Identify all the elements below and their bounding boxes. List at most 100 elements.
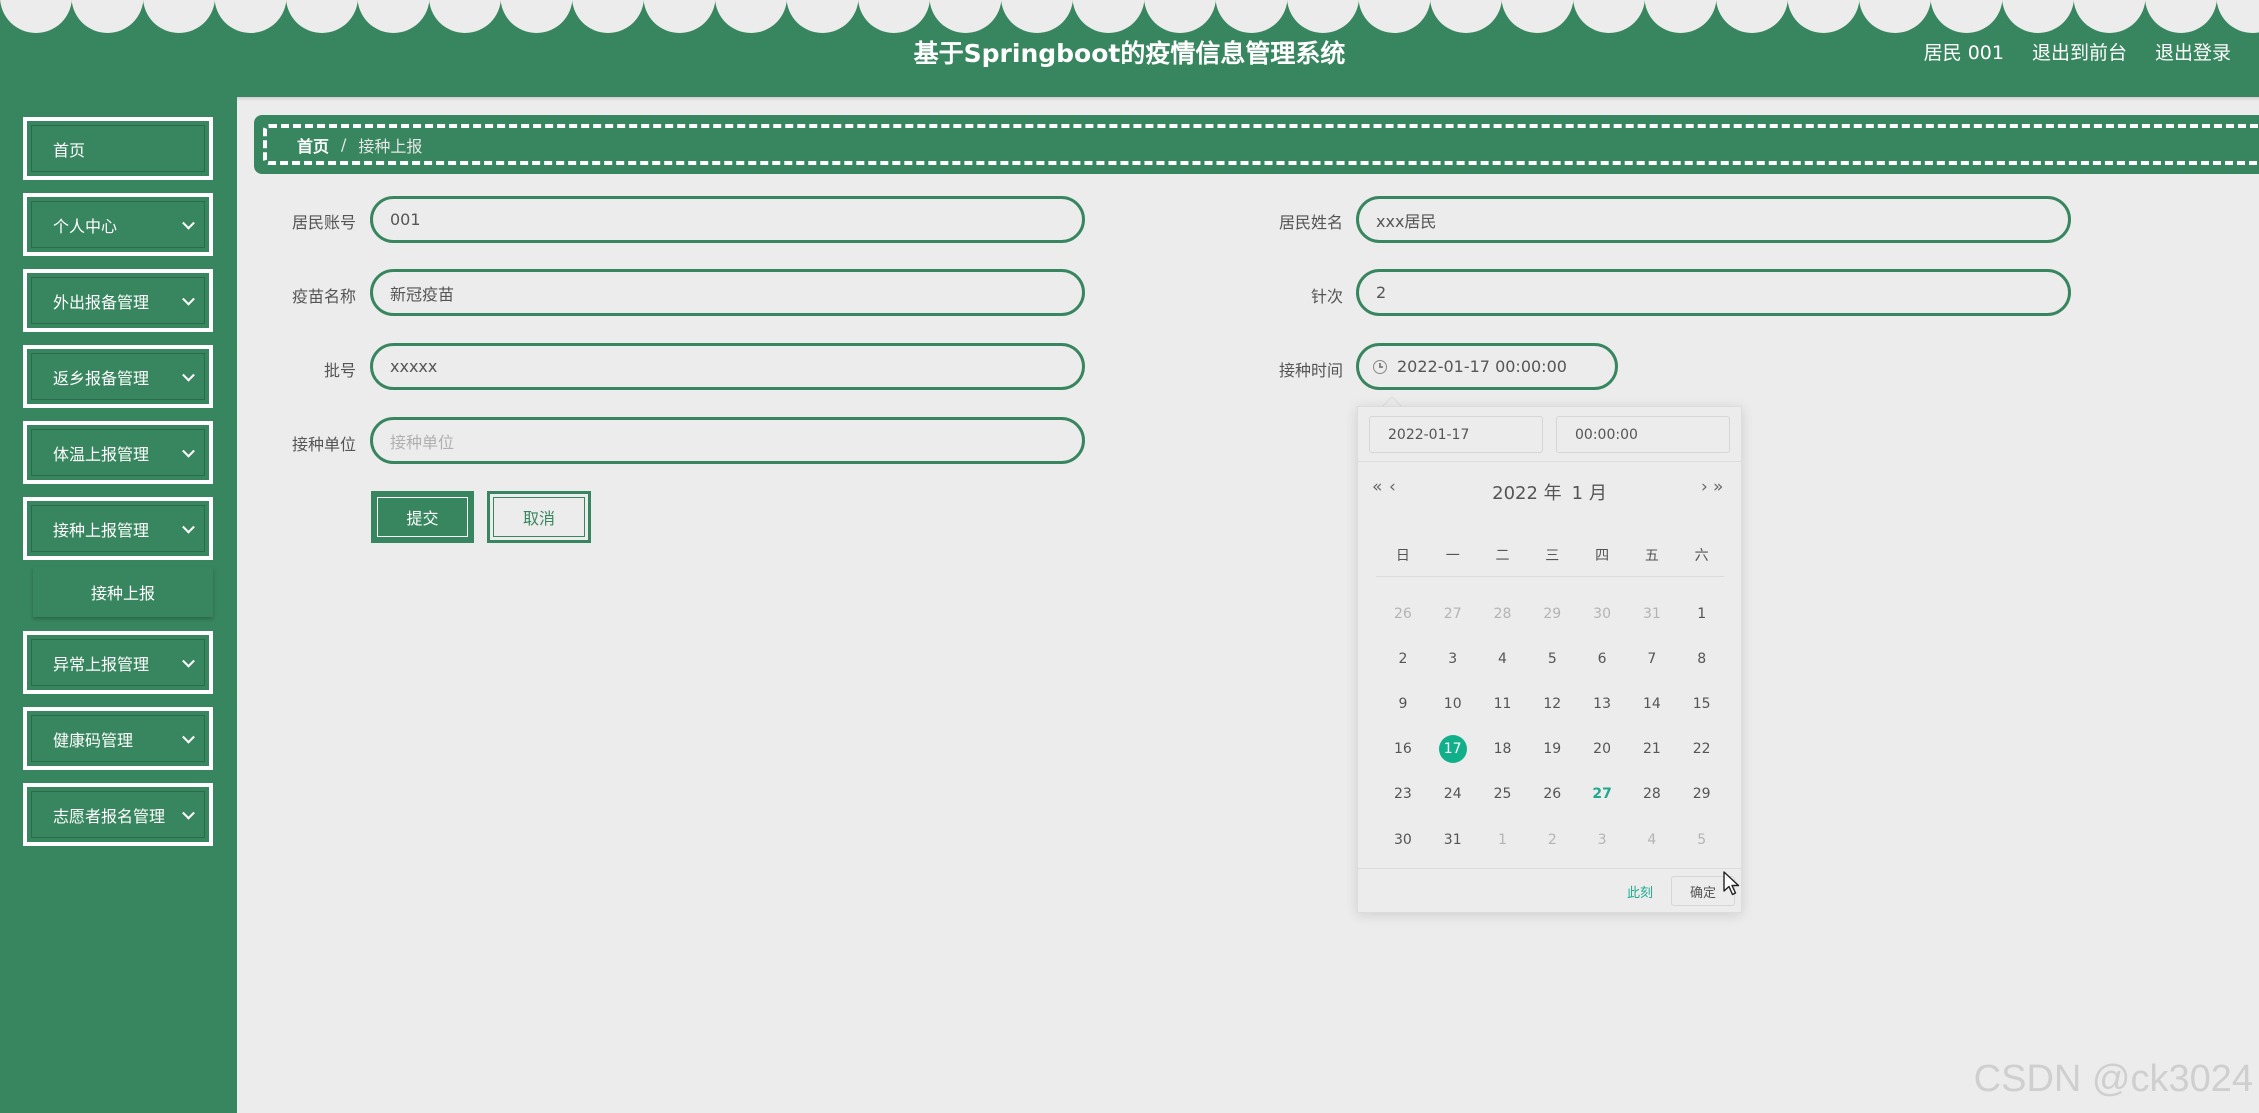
- breadcrumb-home[interactable]: 首页: [297, 133, 329, 157]
- resident-account-input[interactable]: 001: [370, 196, 1085, 243]
- scallop-shape: [786, 0, 859, 33]
- picker-date-input[interactable]: 2022-01-17: [1369, 416, 1543, 453]
- calendar-day[interactable]: 3: [1428, 636, 1478, 681]
- picker-time-input[interactable]: 00:00:00: [1556, 416, 1730, 453]
- chevron-down-icon: [182, 806, 195, 820]
- calendar-day[interactable]: 14: [1627, 681, 1677, 726]
- scallop-shape: [357, 0, 430, 33]
- calendar-day[interactable]: 1: [1478, 817, 1528, 862]
- calendar-day[interactable]: 24: [1428, 772, 1478, 817]
- calendar-day[interactable]: 21: [1627, 727, 1677, 772]
- sidebar-item-return-home-report[interactable]: 返乡报备管理: [23, 345, 213, 408]
- sidebar-item-temperature-report[interactable]: 体温上报管理: [23, 421, 213, 484]
- next-year-icon[interactable]: »: [1713, 477, 1724, 497]
- back-to-front-link[interactable]: 退出到前台: [2032, 38, 2127, 65]
- weekday-label: 四: [1595, 548, 1610, 564]
- calendar-day[interactable]: 18: [1478, 727, 1528, 772]
- sidebar-item-abnormal-report[interactable]: 异常上报管理: [23, 631, 213, 694]
- sidebar-item-health-code[interactable]: 健康码管理: [23, 707, 213, 770]
- sidebar-item-vaccination-report[interactable]: 接种上报管理: [23, 497, 213, 560]
- scallop-shape: [1215, 0, 1288, 33]
- year-label[interactable]: 2022 年: [1492, 479, 1562, 505]
- calendar-day[interactable]: 30: [1577, 591, 1627, 636]
- sidebar-item-outing-report[interactable]: 外出报备管理: [23, 269, 213, 332]
- scallop-shape: [71, 0, 144, 33]
- calendar-day[interactable]: 2: [1378, 636, 1428, 681]
- sidebar: 首页 个人中心 外出报备管理 返乡报备管理 体温上报管理 接种上报管理 接种上报…: [0, 97, 237, 1113]
- calendar-day[interactable]: 15: [1677, 681, 1727, 726]
- calendar-day[interactable]: 5: [1527, 636, 1577, 681]
- calendar-day-number: 2: [1547, 831, 1557, 848]
- scallop-shape: [929, 0, 1002, 33]
- calendar-day[interactable]: 2: [1527, 817, 1577, 862]
- calendar-day[interactable]: 29: [1677, 772, 1727, 817]
- next-month-icon[interactable]: ›: [1701, 477, 1708, 497]
- dose-input[interactable]: 2: [1356, 269, 2071, 316]
- calendar-day[interactable]: 8: [1677, 636, 1727, 681]
- calendar-day[interactable]: 30: [1378, 817, 1428, 862]
- calendar-day-number: 26: [1393, 605, 1412, 622]
- calendar-day[interactable]: 3: [1577, 817, 1627, 862]
- calendar-day[interactable]: 26: [1527, 772, 1577, 817]
- calendar-day[interactable]: 7: [1627, 636, 1677, 681]
- calendar-day[interactable]: 16: [1378, 727, 1428, 772]
- resident-name-input[interactable]: xxx居民: [1356, 196, 2071, 243]
- calendar-day[interactable]: 25: [1478, 772, 1528, 817]
- calendar-day-number: 21: [1642, 741, 1661, 758]
- cancel-button[interactable]: 取消: [487, 491, 591, 543]
- logout-link[interactable]: 退出登录: [2155, 38, 2231, 65]
- calendar-day[interactable]: 12: [1527, 681, 1577, 726]
- breadcrumb-current: 接种上报: [358, 136, 423, 156]
- scallop-shape: [2145, 0, 2217, 33]
- calendar-week-row: 16 17 18 19 20 21 22: [1378, 727, 1728, 772]
- calendar-day[interactable]: 1: [1677, 591, 1727, 636]
- calendar-day-number: 5: [1547, 650, 1557, 667]
- sidebar-item-home[interactable]: 首页: [23, 117, 213, 180]
- calendar-day[interactable]: 10: [1428, 681, 1478, 726]
- calendar-day[interactable]: 19: [1527, 727, 1577, 772]
- sidebar-item-volunteer[interactable]: 志愿者报名管理: [23, 783, 213, 846]
- calendar-day[interactable]: 31: [1428, 817, 1478, 862]
- calendar-day[interactable]: 26: [1378, 591, 1428, 636]
- calendar-day[interactable]: 20: [1577, 727, 1627, 772]
- calendar-day[interactable]: 9: [1378, 681, 1428, 726]
- calendar-day[interactable]: 6: [1577, 636, 1627, 681]
- sidebar-subitem-vaccination[interactable]: 接种上报: [33, 567, 213, 617]
- submit-button[interactable]: 提交: [371, 491, 474, 543]
- vaccination-unit-input[interactable]: 接种单位: [370, 417, 1085, 464]
- calendar-day-today[interactable]: 27: [1577, 772, 1627, 817]
- calendar-day-number: 27: [1592, 786, 1612, 803]
- weekday-label: 三: [1545, 548, 1560, 564]
- calendar-day[interactable]: 11: [1478, 681, 1528, 726]
- scallop-shape: [2216, 0, 2259, 33]
- vaccination-time-label: 接种时间: [1278, 361, 1343, 380]
- month-label[interactable]: 1 月: [1572, 479, 1607, 505]
- weekday-label: 一: [1445, 548, 1460, 564]
- current-user-link[interactable]: 居民 001: [1924, 38, 2004, 65]
- calendar-week-row: 23 24 25 26 27 28 29: [1378, 772, 1728, 817]
- header-links: 居民 001 退出到前台 退出登录: [1924, 38, 2231, 65]
- batch-no-input[interactable]: xxxxx: [370, 343, 1085, 390]
- calendar-day[interactable]: 23: [1378, 772, 1428, 817]
- chevron-down-icon: [182, 216, 195, 230]
- calendar-day[interactable]: 28: [1478, 591, 1528, 636]
- now-button[interactable]: 此刻: [1627, 882, 1653, 901]
- vaccine-name-input[interactable]: 新冠疫苗: [370, 269, 1085, 316]
- calendar-day[interactable]: 27: [1428, 591, 1478, 636]
- sidebar-item-label: 异常上报管理: [53, 654, 150, 674]
- date-time-picker: 2022-01-17 00:00:00 « ‹ 2022 年 1 月 › » 日…: [1357, 406, 1742, 913]
- calendar-day[interactable]: 5: [1677, 817, 1727, 862]
- sidebar-item-label: 返乡报备管理: [53, 368, 150, 388]
- calendar-day-selected[interactable]: 17: [1428, 727, 1478, 772]
- calendar-day[interactable]: 31: [1627, 591, 1677, 636]
- calendar-day[interactable]: 4: [1478, 636, 1528, 681]
- weekday-label: 二: [1495, 548, 1510, 564]
- calendar-day[interactable]: 4: [1627, 817, 1677, 862]
- sidebar-item-personal-center[interactable]: 个人中心: [23, 193, 213, 256]
- calendar-day[interactable]: 22: [1677, 727, 1727, 772]
- vaccination-time-input[interactable]: 2022-01-17 00:00:00: [1356, 343, 1618, 390]
- scallop-shape: [715, 0, 787, 33]
- calendar-day[interactable]: 28: [1627, 772, 1677, 817]
- calendar-day[interactable]: 13: [1577, 681, 1627, 726]
- calendar-day[interactable]: 29: [1527, 591, 1577, 636]
